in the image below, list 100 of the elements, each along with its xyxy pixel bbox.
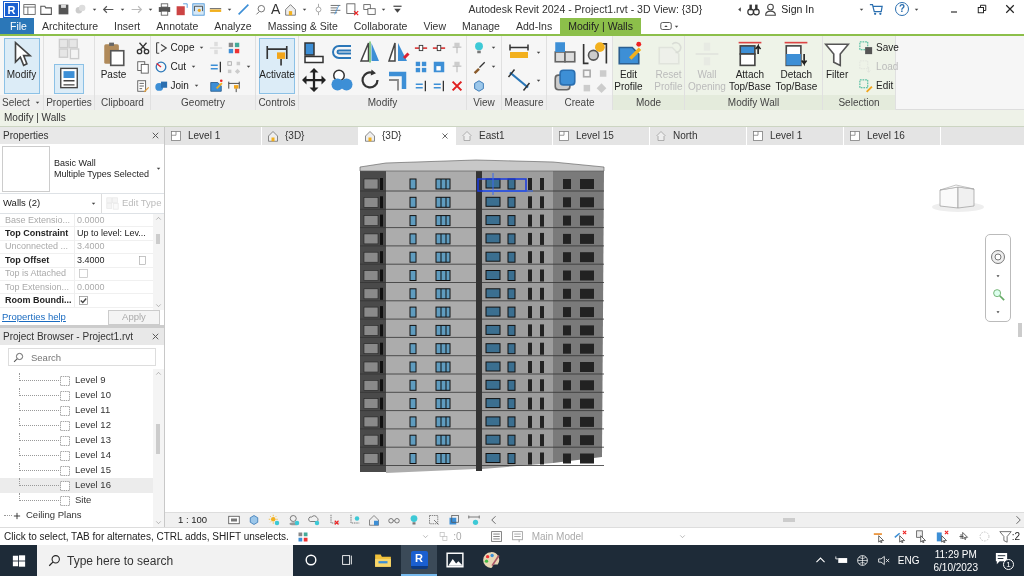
list-icon[interactable] xyxy=(489,530,503,543)
tool-button[interactable]: Cut xyxy=(153,58,187,75)
tree-item[interactable]: Level 12 xyxy=(0,418,153,433)
tree-item[interactable]: Level 13 xyxy=(0,433,153,448)
collapse-arrow-icon[interactable] xyxy=(736,5,744,13)
list-icon[interactable] xyxy=(510,530,524,543)
lines-icon[interactable] xyxy=(329,2,343,16)
ribbon-tab[interactable]: Massing & Site xyxy=(259,18,346,34)
bracket-icon[interactable] xyxy=(468,514,480,526)
globe-icon[interactable] xyxy=(855,554,869,567)
document-tab[interactable]: {3D} xyxy=(359,127,456,145)
tool-button[interactable]: Cope xyxy=(153,39,195,56)
match-properties-icon[interactable] xyxy=(135,78,150,93)
detail-level-icon[interactable] xyxy=(228,514,240,526)
tree-item[interactable]: Level 10 xyxy=(0,388,153,403)
person-icon[interactable] xyxy=(764,2,778,16)
language-indicator[interactable]: ENG xyxy=(897,554,920,567)
dashed-box-icon[interactable] xyxy=(428,514,440,526)
copy-icon[interactable] xyxy=(135,59,150,74)
link-cursor-icon[interactable] xyxy=(872,530,886,543)
caret-icon[interactable] xyxy=(198,44,206,51)
mirror-icon[interactable] xyxy=(357,40,382,64)
ribbon-tab[interactable]: Manage xyxy=(454,18,508,34)
caret-icon[interactable] xyxy=(192,82,200,89)
tree-item[interactable]: Level 11 xyxy=(0,403,153,418)
ribbon-tab[interactable]: Architecture xyxy=(34,18,107,34)
tool-button[interactable]: Paste xyxy=(95,38,132,94)
close-windows-icon[interactable] xyxy=(346,2,360,16)
delete-icon[interactable] xyxy=(449,78,464,93)
align-icon[interactable] xyxy=(301,40,326,64)
caret-icon[interactable] xyxy=(995,273,1001,279)
caret-icon[interactable] xyxy=(33,99,41,106)
tool-button[interactable]: Join xyxy=(153,77,189,94)
sun-icon[interactable] xyxy=(581,39,608,65)
move-icon[interactable] xyxy=(301,68,326,92)
tree-item[interactable]: Site xyxy=(0,493,153,508)
cursor-box-icon[interactable] xyxy=(914,530,928,543)
panel-toggle-icon[interactable] xyxy=(658,19,673,33)
category-dropdown[interactable]: Walls (2) xyxy=(0,194,102,213)
property-value[interactable]: 3.4000 xyxy=(77,253,105,267)
notification-icon[interactable] xyxy=(994,550,1009,566)
caret-icon[interactable] xyxy=(190,63,198,70)
caret-icon[interactable] xyxy=(245,63,253,70)
dimension-line-icon[interactable] xyxy=(506,68,531,92)
profile-icon[interactable] xyxy=(209,78,224,93)
sheet-icon[interactable] xyxy=(175,2,188,16)
nodes-icon[interactable] xyxy=(581,67,608,93)
dotted-ring-icon[interactable] xyxy=(977,530,991,543)
tool-button[interactable]: Edit xyxy=(859,77,894,94)
tool-button[interactable]: Edit Profile xyxy=(610,38,647,94)
zoom-icon[interactable] xyxy=(991,287,1005,301)
mirror-draw-icon[interactable] xyxy=(385,40,410,64)
tool-button[interactable]: Activate xyxy=(259,38,295,94)
cube-icon[interactable] xyxy=(551,39,578,65)
squares-icon[interactable] xyxy=(227,40,242,55)
caret-icon[interactable] xyxy=(155,165,162,172)
start-icon[interactable] xyxy=(11,553,26,568)
ribbon-tab[interactable]: Modify | Walls xyxy=(560,18,641,34)
taskbar-app[interactable]: R xyxy=(401,545,437,576)
tree-item[interactable]: Level 16 xyxy=(0,478,153,493)
navigation-bar[interactable] xyxy=(985,234,1011,322)
tool-button[interactable]: Detach Top/Base xyxy=(774,38,818,94)
shadow-icon[interactable] xyxy=(288,514,300,526)
ribbon-tab[interactable]: Insert xyxy=(106,18,149,34)
ribbon-tab[interactable]: View xyxy=(415,18,454,34)
task-view-icon[interactable] xyxy=(340,552,354,567)
workset-icon[interactable] xyxy=(296,530,309,543)
properties-button[interactable] xyxy=(54,64,84,94)
tree-item[interactable]: Ceiling Plans xyxy=(0,508,153,523)
checkbox[interactable] xyxy=(78,295,89,307)
extend-icon[interactable] xyxy=(431,78,446,93)
panels-icon[interactable] xyxy=(551,67,578,93)
tree-item[interactable]: Level 15 xyxy=(0,463,153,478)
sign-in-link[interactable]: Sign In xyxy=(781,2,814,16)
search-field[interactable]: Type here to search xyxy=(37,545,293,576)
crop-x-icon[interactable] xyxy=(328,514,340,526)
close-icon[interactable] xyxy=(1004,3,1016,15)
search-field[interactable]: Search xyxy=(8,348,156,366)
bars-icon[interactable] xyxy=(209,59,224,74)
cube-icon[interactable] xyxy=(471,78,486,93)
measure-pin-icon[interactable] xyxy=(192,2,205,16)
cart-icon[interactable] xyxy=(869,2,883,16)
brush-icon[interactable] xyxy=(471,59,486,74)
cursor-move-icon[interactable] xyxy=(956,530,970,543)
bulb-icon[interactable] xyxy=(408,514,420,526)
window-list-icon[interactable] xyxy=(23,2,36,16)
boxes-icon[interactable] xyxy=(448,514,460,526)
restore-icon[interactable] xyxy=(976,3,988,15)
cursor-x-icon[interactable] xyxy=(935,530,949,543)
tool-button[interactable]: Filter xyxy=(819,38,856,94)
view-scale[interactable]: 1 : 100 xyxy=(165,514,220,526)
cursor-x-icon[interactable] xyxy=(893,530,907,543)
printer-icon[interactable] xyxy=(158,2,171,16)
speaker-muted-icon[interactable] xyxy=(876,554,890,567)
nodes-icon[interactable] xyxy=(227,59,242,74)
steering-wheel-icon[interactable] xyxy=(990,249,1006,265)
house-lock-icon[interactable] xyxy=(368,514,380,526)
tool-button[interactable]: Attach Top/Base xyxy=(729,38,771,94)
caret-icon[interactable] xyxy=(489,44,497,51)
diagonal-line-icon[interactable] xyxy=(237,2,250,16)
